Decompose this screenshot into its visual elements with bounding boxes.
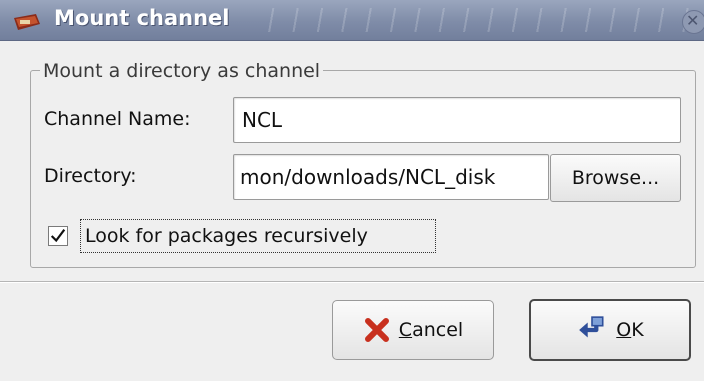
recursive-checkbox-label[interactable]: Look for packages recursively <box>80 219 436 253</box>
browse-button[interactable]: Browse... <box>550 154 681 202</box>
directory-label: Directory: <box>44 165 137 187</box>
cancel-button[interactable]: Cancel <box>332 300 494 360</box>
channel-name-input[interactable]: NCL <box>233 97 681 143</box>
checkmark-icon <box>50 229 66 243</box>
mount-channel-dialog: Mount channel ✕ Mount a directory as cha… <box>0 0 704 381</box>
ok-icon <box>579 316 604 338</box>
dialog-title: Mount channel <box>54 6 230 30</box>
group-title: Mount a directory as channel <box>40 60 324 82</box>
ok-button[interactable]: OK <box>529 299 691 361</box>
title-bar-texture <box>250 8 690 32</box>
cancel-x-icon <box>364 318 389 342</box>
title-bar[interactable]: Mount channel ✕ <box>0 0 704 41</box>
close-icon[interactable]: ✕ <box>682 10 704 34</box>
recursive-checkbox[interactable] <box>48 226 68 246</box>
cancel-label: Cancel <box>398 319 464 341</box>
separator <box>0 281 704 283</box>
mount-channel-icon <box>14 14 40 30</box>
channel-name-label: Channel Name: <box>44 108 191 130</box>
ok-label: OK <box>616 319 644 341</box>
directory-input[interactable]: mon/downloads/NCL_disk <box>233 154 549 200</box>
